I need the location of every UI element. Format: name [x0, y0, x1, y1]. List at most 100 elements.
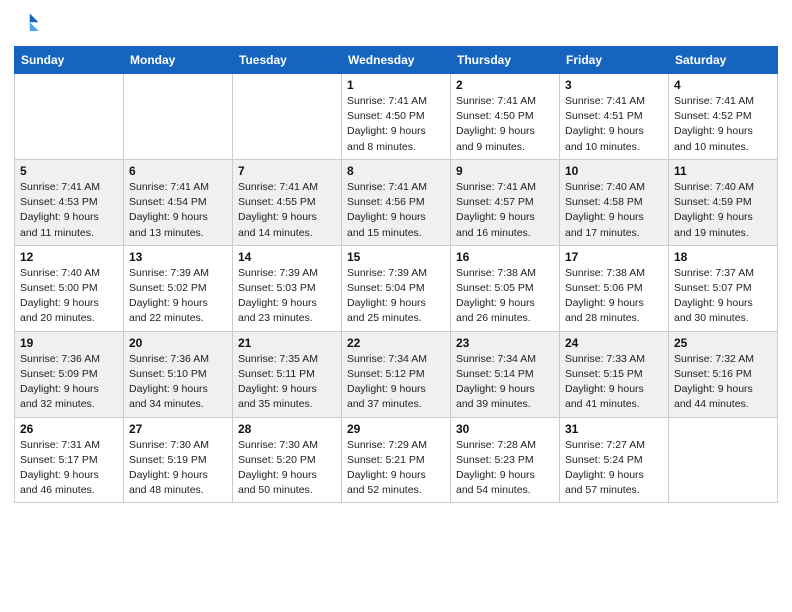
day-number: 16: [456, 250, 554, 264]
day-number: 5: [20, 164, 118, 178]
weekday-thursday: Thursday: [451, 47, 560, 74]
day-cell: 3 Sunrise: 7:41 AM Sunset: 4:51 PM Daylig…: [560, 74, 669, 160]
week-row-4: 19 Sunrise: 7:36 AM Sunset: 5:09 PM Dayli…: [15, 331, 778, 417]
day-cell: 12Sunrise: 7:40 AM Sunset: 5:00 PM Dayli…: [15, 245, 124, 331]
day-number: 1: [347, 78, 445, 92]
day-info: Sunrise: 7:41 AM Sunset: 4:53 PM Dayligh…: [20, 180, 118, 241]
day-cell: 6 Sunrise: 7:41 AM Sunset: 4:54 PM Daylig…: [124, 159, 233, 245]
day-info: Sunrise: 7:41 AM Sunset: 4:51 PM Dayligh…: [565, 94, 663, 155]
day-cell: 20 Sunrise: 7:36 AM Sunset: 5:10 PM Dayli…: [124, 331, 233, 417]
calendar-table: SundayMondayTuesdayWednesdayThursdayFrid…: [14, 46, 778, 503]
day-info: Sunrise: 7:34 AM Sunset: 5:14 PM Dayligh…: [456, 352, 554, 413]
day-cell: 19 Sunrise: 7:36 AM Sunset: 5:09 PM Dayli…: [15, 331, 124, 417]
day-info: Sunrise: 7:38 AM Sunset: 5:06 PM Dayligh…: [565, 266, 663, 327]
day-number: 7: [238, 164, 336, 178]
day-cell: [233, 74, 342, 160]
weekday-tuesday: Tuesday: [233, 47, 342, 74]
day-number: 28: [238, 422, 336, 436]
day-number: 19: [20, 336, 118, 350]
day-cell: [124, 74, 233, 160]
logo: [14, 10, 46, 38]
day-info: Sunrise: 7:41 AM Sunset: 4:50 PM Dayligh…: [347, 94, 445, 155]
day-cell: 25 Sunrise: 7:32 AM Sunset: 5:16 PM Dayli…: [669, 331, 778, 417]
day-info: Sunrise: 7:39 AM Sunset: 5:02 PM Dayligh…: [129, 266, 227, 327]
day-number: 24: [565, 336, 663, 350]
day-number: 26: [20, 422, 118, 436]
day-cell: 8 Sunrise: 7:41 AM Sunset: 4:56 PM Daylig…: [342, 159, 451, 245]
weekday-saturday: Saturday: [669, 47, 778, 74]
day-info: Sunrise: 7:33 AM Sunset: 5:15 PM Dayligh…: [565, 352, 663, 413]
day-info: Sunrise: 7:29 AM Sunset: 5:21 PM Dayligh…: [347, 438, 445, 499]
day-number: 13: [129, 250, 227, 264]
day-cell: 2Sunrise: 7:41 AM Sunset: 4:50 PM Daylig…: [451, 74, 560, 160]
day-cell: 15 Sunrise: 7:39 AM Sunset: 5:04 PM Dayli…: [342, 245, 451, 331]
day-cell: 16Sunrise: 7:38 AM Sunset: 5:05 PM Dayli…: [451, 245, 560, 331]
day-number: 29: [347, 422, 445, 436]
day-number: 23: [456, 336, 554, 350]
day-cell: 4Sunrise: 7:41 AM Sunset: 4:52 PM Daylig…: [669, 74, 778, 160]
day-cell: 23 Sunrise: 7:34 AM Sunset: 5:14 PM Dayli…: [451, 331, 560, 417]
week-row-5: 26 Sunrise: 7:31 AM Sunset: 5:17 PM Dayli…: [15, 417, 778, 503]
day-info: Sunrise: 7:28 AM Sunset: 5:23 PM Dayligh…: [456, 438, 554, 499]
day-cell: 1 Sunrise: 7:41 AM Sunset: 4:50 PM Daylig…: [342, 74, 451, 160]
day-info: Sunrise: 7:31 AM Sunset: 5:17 PM Dayligh…: [20, 438, 118, 499]
day-info: Sunrise: 7:41 AM Sunset: 4:57 PM Dayligh…: [456, 180, 554, 241]
day-cell: 28 Sunrise: 7:30 AM Sunset: 5:20 PM Dayli…: [233, 417, 342, 503]
day-cell: [15, 74, 124, 160]
weekday-monday: Monday: [124, 47, 233, 74]
day-number: 20: [129, 336, 227, 350]
logo-icon: [14, 10, 42, 38]
day-number: 31: [565, 422, 663, 436]
day-cell: 18 Sunrise: 7:37 AM Sunset: 5:07 PM Dayli…: [669, 245, 778, 331]
day-number: 14: [238, 250, 336, 264]
day-info: Sunrise: 7:37 AM Sunset: 5:07 PM Dayligh…: [674, 266, 772, 327]
day-number: 18: [674, 250, 772, 264]
day-number: 21: [238, 336, 336, 350]
day-info: Sunrise: 7:41 AM Sunset: 4:55 PM Dayligh…: [238, 180, 336, 241]
calendar-page: SundayMondayTuesdayWednesdayThursdayFrid…: [0, 0, 792, 612]
day-number: 12: [20, 250, 118, 264]
day-info: Sunrise: 7:41 AM Sunset: 4:56 PM Dayligh…: [347, 180, 445, 241]
weekday-sunday: Sunday: [15, 47, 124, 74]
day-info: Sunrise: 7:36 AM Sunset: 5:10 PM Dayligh…: [129, 352, 227, 413]
day-info: Sunrise: 7:41 AM Sunset: 4:54 PM Dayligh…: [129, 180, 227, 241]
day-number: 22: [347, 336, 445, 350]
day-number: 9: [456, 164, 554, 178]
day-number: 2: [456, 78, 554, 92]
day-cell: 11 Sunrise: 7:40 AM Sunset: 4:59 PM Dayli…: [669, 159, 778, 245]
day-info: Sunrise: 7:36 AM Sunset: 5:09 PM Dayligh…: [20, 352, 118, 413]
day-number: 6: [129, 164, 227, 178]
day-cell: [669, 417, 778, 503]
day-number: 25: [674, 336, 772, 350]
day-cell: 10Sunrise: 7:40 AM Sunset: 4:58 PM Dayli…: [560, 159, 669, 245]
week-row-1: 1 Sunrise: 7:41 AM Sunset: 4:50 PM Daylig…: [15, 74, 778, 160]
day-info: Sunrise: 7:30 AM Sunset: 5:20 PM Dayligh…: [238, 438, 336, 499]
day-cell: 24 Sunrise: 7:33 AM Sunset: 5:15 PM Dayli…: [560, 331, 669, 417]
day-info: Sunrise: 7:32 AM Sunset: 5:16 PM Dayligh…: [674, 352, 772, 413]
week-row-3: 12Sunrise: 7:40 AM Sunset: 5:00 PM Dayli…: [15, 245, 778, 331]
day-info: Sunrise: 7:40 AM Sunset: 4:59 PM Dayligh…: [674, 180, 772, 241]
week-row-2: 5 Sunrise: 7:41 AM Sunset: 4:53 PM Daylig…: [15, 159, 778, 245]
day-number: 15: [347, 250, 445, 264]
day-cell: 26 Sunrise: 7:31 AM Sunset: 5:17 PM Dayli…: [15, 417, 124, 503]
day-info: Sunrise: 7:30 AM Sunset: 5:19 PM Dayligh…: [129, 438, 227, 499]
day-number: 8: [347, 164, 445, 178]
day-number: 30: [456, 422, 554, 436]
day-info: Sunrise: 7:34 AM Sunset: 5:12 PM Dayligh…: [347, 352, 445, 413]
header: [14, 10, 778, 38]
day-cell: 5 Sunrise: 7:41 AM Sunset: 4:53 PM Daylig…: [15, 159, 124, 245]
day-cell: 27Sunrise: 7:30 AM Sunset: 5:19 PM Dayli…: [124, 417, 233, 503]
day-cell: 7 Sunrise: 7:41 AM Sunset: 4:55 PM Daylig…: [233, 159, 342, 245]
day-cell: 29 Sunrise: 7:29 AM Sunset: 5:21 PM Dayli…: [342, 417, 451, 503]
weekday-friday: Friday: [560, 47, 669, 74]
day-info: Sunrise: 7:35 AM Sunset: 5:11 PM Dayligh…: [238, 352, 336, 413]
day-info: Sunrise: 7:39 AM Sunset: 5:04 PM Dayligh…: [347, 266, 445, 327]
weekday-header-row: SundayMondayTuesdayWednesdayThursdayFrid…: [15, 47, 778, 74]
day-info: Sunrise: 7:41 AM Sunset: 4:52 PM Dayligh…: [674, 94, 772, 155]
day-number: 3: [565, 78, 663, 92]
weekday-wednesday: Wednesday: [342, 47, 451, 74]
day-number: 10: [565, 164, 663, 178]
day-number: 11: [674, 164, 772, 178]
day-cell: 21 Sunrise: 7:35 AM Sunset: 5:11 PM Dayli…: [233, 331, 342, 417]
day-cell: 14Sunrise: 7:39 AM Sunset: 5:03 PM Dayli…: [233, 245, 342, 331]
